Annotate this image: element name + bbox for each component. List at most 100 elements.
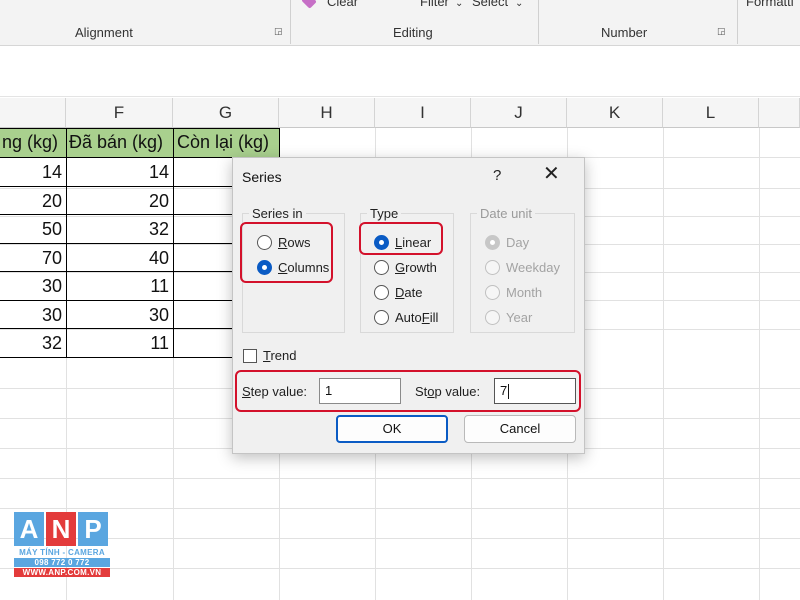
table-border	[0, 128, 279, 129]
column-header-i[interactable]: I	[375, 98, 471, 128]
group-label-number: Number	[601, 25, 648, 40]
formula-bar-area	[0, 47, 800, 97]
help-button[interactable]: ?	[493, 167, 501, 184]
table-cell[interactable]: 14	[0, 157, 62, 188]
date-label: Date	[395, 285, 423, 300]
group-label-editing: Editing	[393, 25, 433, 40]
weekday-radio: Weekday	[485, 260, 560, 275]
table-cell[interactable]: 32	[67, 214, 169, 245]
rows-radio[interactable]: Rows	[257, 235, 311, 250]
gridline	[663, 128, 664, 600]
ribbon: Clear Filter ⌄ Select ⌄ Formatti Alignme…	[0, 0, 800, 46]
logo-website: WWW.ANP.COM.VN	[14, 568, 110, 577]
gridline	[173, 358, 174, 600]
stop-value-input[interactable]: 7	[494, 378, 576, 404]
logo-tagline: MÁY TÍNH - CAMERA	[19, 548, 105, 557]
table-border	[66, 128, 67, 358]
format-button[interactable]: Formatti	[746, 0, 794, 9]
table-cell[interactable]: 14	[67, 157, 169, 188]
table-cell[interactable]: 30	[0, 271, 62, 302]
radio-checked-icon[interactable]	[257, 260, 272, 275]
table-cell[interactable]: 40	[67, 243, 169, 274]
series-in-group: Series in Rows Columns	[242, 206, 345, 333]
growth-label: Growth	[395, 260, 437, 275]
date-unit-group: Date unit Day Weekday Month Year	[470, 206, 575, 333]
table-cell[interactable]: 11	[67, 328, 169, 359]
header-cell-e[interactable]: ng (kg)	[0, 128, 66, 157]
table-border	[173, 128, 174, 358]
columns-radio[interactable]: Columns	[257, 260, 329, 275]
stop-value-label: Stop value:	[415, 384, 481, 399]
close-icon[interactable]: ✕	[543, 164, 560, 184]
header-cell-g[interactable]: Còn lại (kg)	[174, 128, 279, 157]
gridline	[0, 568, 800, 569]
column-header-m[interactable]	[759, 98, 800, 128]
year-radio: Year	[485, 310, 532, 325]
columns-label: Columns	[278, 260, 330, 275]
gridline	[759, 128, 760, 600]
month-radio: Month	[485, 285, 542, 300]
column-header-l[interactable]: L	[663, 98, 759, 128]
dialog-launcher-icon[interactable]: ◲	[717, 27, 727, 37]
year-label: Year	[506, 310, 533, 325]
table-cell[interactable]: 32	[0, 328, 62, 359]
growth-radio[interactable]: Growth	[374, 260, 437, 275]
table-cell[interactable]: 70	[0, 243, 62, 274]
ok-button[interactable]: OK	[336, 415, 448, 443]
cancel-button[interactable]: Cancel	[464, 415, 576, 443]
chevron-down-icon: ⌄	[455, 0, 464, 9]
header-cell-f[interactable]: Đã bán (kg)	[67, 128, 173, 157]
month-label: Month	[506, 285, 543, 300]
group-separator	[290, 0, 291, 44]
dialog-launcher-icon[interactable]: ◲	[274, 27, 284, 37]
type-legend: Type	[367, 206, 402, 221]
radio-unchecked-icon	[485, 310, 500, 325]
radio-unchecked-icon[interactable]	[374, 310, 389, 325]
anp-logo: A N P MÁY TÍNH - CAMERA 098 772 0 772 WW…	[14, 512, 110, 586]
column-header-f[interactable]: F	[66, 98, 173, 128]
weekday-label: Weekday	[506, 260, 560, 275]
filter-button[interactable]: Filter	[420, 0, 449, 9]
linear-label: Linear	[395, 235, 432, 250]
step-value-label: Step value:	[242, 384, 308, 399]
table-cell[interactable]: 11	[67, 271, 169, 302]
gridline	[0, 508, 800, 509]
chevron-down-icon: ⌄	[515, 0, 524, 9]
table-cell[interactable]: 20	[0, 186, 62, 217]
radio-checked-icon	[485, 235, 500, 250]
day-label: Day	[506, 235, 530, 250]
linear-radio[interactable]: Linear	[374, 235, 431, 250]
radio-unchecked-icon[interactable]	[257, 235, 272, 250]
radio-unchecked-icon[interactable]	[374, 260, 389, 275]
step-value-input[interactable]: 1	[319, 378, 401, 404]
column-header-k[interactable]: K	[567, 98, 663, 128]
logo-tile: A	[14, 512, 44, 546]
column-header-e[interactable]	[0, 98, 66, 128]
column-header-g[interactable]: G	[173, 98, 279, 128]
select-button[interactable]: Select	[472, 0, 508, 9]
trend-checkbox[interactable]: Trend	[243, 348, 297, 363]
checkbox-icon[interactable]	[243, 348, 257, 363]
column-header-j[interactable]: J	[471, 98, 567, 128]
autofill-radio[interactable]: AutoFill	[374, 310, 438, 325]
rows-label: Rows	[278, 235, 311, 250]
trend-label: Trend	[263, 348, 297, 363]
table-cell[interactable]: 30	[67, 300, 169, 331]
clear-button[interactable]: Clear	[327, 0, 358, 9]
eraser-icon	[301, 0, 317, 9]
radio-checked-icon[interactable]	[374, 235, 389, 250]
group-label-alignment: Alignment	[75, 25, 133, 40]
radio-unchecked-icon	[485, 260, 500, 275]
column-header-h[interactable]: H	[279, 98, 375, 128]
table-cell[interactable]: 50	[0, 214, 62, 245]
radio-unchecked-icon[interactable]	[374, 285, 389, 300]
logo-tile: P	[78, 512, 108, 546]
day-radio: Day	[485, 235, 529, 250]
series-dialog: Series ? ✕ Series in Rows Columns Type L…	[232, 157, 585, 454]
logo-phone: 098 772 0 772	[14, 558, 110, 567]
radio-unchecked-icon	[485, 285, 500, 300]
date-radio[interactable]: Date	[374, 285, 422, 300]
table-cell[interactable]: 20	[67, 186, 169, 217]
table-cell[interactable]: 30	[0, 300, 62, 331]
text-caret	[508, 384, 510, 400]
